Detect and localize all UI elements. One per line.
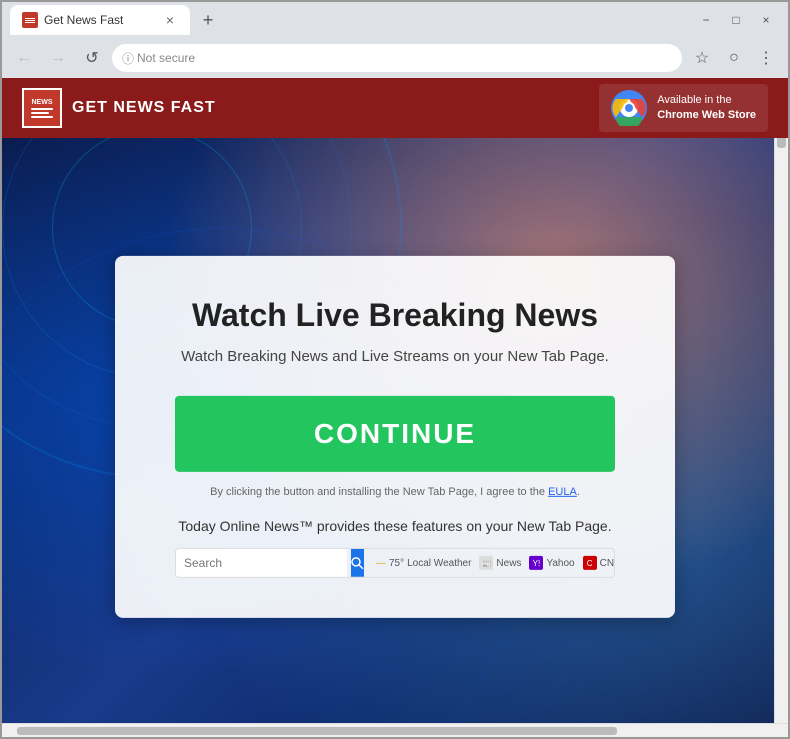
- chrome-store-line2: Chrome Web Store: [657, 108, 756, 123]
- logo-line: [31, 112, 49, 114]
- feature-yahoo: Y! Yahoo: [529, 556, 574, 570]
- security-text: Not secure: [137, 51, 195, 65]
- features-links: — 75° Local Weather 📰 News Y! Yahoo C: [368, 556, 615, 570]
- horizontal-scrollbar[interactable]: [2, 723, 788, 737]
- minimize-button[interactable]: −: [692, 6, 720, 34]
- feature-cnn: C CNN: [583, 556, 615, 570]
- eula-text: By clicking the button and installing th…: [175, 486, 615, 498]
- eula-link[interactable]: EULA: [548, 486, 577, 498]
- chrome-icon: [611, 90, 647, 126]
- cnn-label: CNN: [600, 558, 615, 569]
- news-label: News: [496, 558, 521, 569]
- refresh-button[interactable]: ↺: [78, 44, 106, 72]
- search-input[interactable]: [176, 549, 347, 577]
- chrome-store-badge[interactable]: Available in the Chrome Web Store: [599, 84, 768, 132]
- h-scroll-thumb[interactable]: [17, 727, 617, 735]
- modal-title: Watch Live Breaking News: [175, 295, 615, 333]
- chrome-store-line1: Available in the: [657, 93, 756, 108]
- yahoo-label: Yahoo: [546, 558, 574, 569]
- search-icon: [351, 557, 364, 570]
- modal-subtitle: Watch Breaking News and Live Streams on …: [175, 346, 615, 369]
- tab-favicon: [22, 12, 38, 28]
- vertical-scrollbar[interactable]: [774, 78, 788, 723]
- site-logo: NEWS Get News Fast: [22, 88, 216, 128]
- address-bar: ← → ↺ ⓘ Not secure ☆ ○ ⋮: [2, 38, 788, 78]
- weather-temp: 75°: [389, 558, 404, 569]
- close-button[interactable]: ×: [752, 6, 780, 34]
- site-name: Get News Fast: [72, 99, 216, 117]
- website-content: NEWS Get News Fast: [2, 78, 788, 723]
- account-button[interactable]: ○: [720, 44, 748, 72]
- menu-button[interactable]: ⋮: [752, 44, 780, 72]
- title-bar: Get News Fast × + − □ ×: [2, 2, 788, 38]
- maximize-button[interactable]: □: [722, 6, 750, 34]
- features-description: Today Online News™ provides these featur…: [175, 518, 615, 534]
- address-actions: ☆ ○ ⋮: [688, 44, 780, 72]
- forward-button[interactable]: →: [44, 44, 72, 72]
- continue-button[interactable]: CONTINUE: [175, 396, 615, 472]
- logo-lines: [31, 108, 53, 118]
- logo-line: [31, 116, 53, 118]
- tab-close-button[interactable]: ×: [162, 12, 178, 28]
- tab-title: Get News Fast: [44, 13, 156, 27]
- browser-tab[interactable]: Get News Fast ×: [10, 5, 190, 35]
- feature-news: 📰 News: [479, 556, 521, 570]
- eula-suffix: .: [577, 486, 580, 498]
- chrome-badge-text: Available in the Chrome Web Store: [657, 93, 756, 124]
- logo-text: NEWS: [32, 99, 53, 106]
- yahoo-icon: Y!: [529, 556, 543, 570]
- url-bar[interactable]: ⓘ Not secure: [112, 44, 682, 72]
- logo-icon: NEWS: [22, 88, 62, 128]
- news-icon: 📰: [479, 556, 493, 570]
- bookmark-button[interactable]: ☆: [688, 44, 716, 72]
- feature-weather: — 75° Local Weather: [376, 558, 471, 569]
- cnn-icon: C: [583, 556, 597, 570]
- back-button[interactable]: ←: [10, 44, 38, 72]
- weather-label: Local Weather: [407, 558, 471, 569]
- search-button[interactable]: [351, 549, 364, 577]
- browser-window: Get News Fast × + − □ × ← → ↺ ⓘ Not secu…: [0, 0, 790, 739]
- site-header: NEWS Get News Fast: [2, 78, 788, 138]
- weather-icon: —: [376, 558, 386, 569]
- modal-card: Watch Live Breaking News Watch Breaking …: [115, 255, 675, 618]
- security-icon: ⓘ: [122, 50, 134, 67]
- eula-prefix: By clicking the button and installing th…: [210, 486, 545, 498]
- features-bar: — 75° Local Weather 📰 News Y! Yahoo C: [175, 548, 615, 578]
- window-controls: − □ ×: [692, 6, 780, 34]
- new-tab-button[interactable]: +: [194, 6, 222, 34]
- logo-line: [31, 108, 53, 110]
- security-indicator: ⓘ Not secure: [122, 50, 195, 67]
